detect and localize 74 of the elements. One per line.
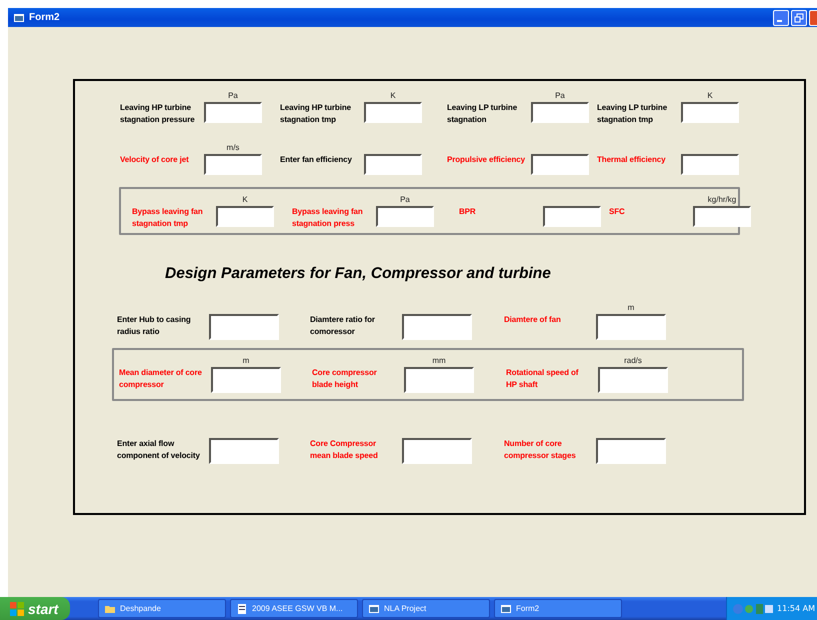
input-field[interactable] xyxy=(531,102,589,123)
field-label: Core Compressor mean blade speed xyxy=(310,438,379,462)
field-label: BPR xyxy=(459,206,477,218)
minimize-button[interactable] xyxy=(773,10,789,26)
tray-icons-icon xyxy=(733,602,774,614)
unit-label: Pa xyxy=(400,195,410,204)
input-field[interactable] xyxy=(531,154,589,175)
unit-label: Pa xyxy=(555,91,565,100)
field-label: Core compressor blade height xyxy=(312,367,378,391)
field-label: Enter Hub to casing radius ratio xyxy=(117,314,192,338)
taskbar-button[interactable]: Form2 xyxy=(494,599,622,618)
field-label: Leaving HP turbine stagnation pressure xyxy=(120,102,196,125)
field-label: Velocity of core jet xyxy=(120,154,190,166)
clock: 11:54 AM xyxy=(777,604,815,613)
unit-label: Pa xyxy=(228,91,238,100)
windows-logo-icon xyxy=(10,602,24,616)
field-label: Diamtere ratio for comoressor xyxy=(310,314,376,338)
input-field[interactable] xyxy=(681,102,739,123)
input-field[interactable] xyxy=(693,206,751,227)
field-label: Bypass leaving fan stagnation press xyxy=(292,206,364,229)
field-label: Number of core compressor stages xyxy=(504,438,577,462)
window-icon xyxy=(14,14,24,22)
input-field[interactable] xyxy=(402,438,472,464)
maximize-button[interactable] xyxy=(791,10,807,26)
input-field[interactable] xyxy=(404,367,474,393)
input-field[interactable] xyxy=(596,314,666,340)
close-button[interactable] xyxy=(809,10,817,26)
field-label: Bypass leaving fan stagnation tmp xyxy=(132,206,204,229)
unit-label: K xyxy=(242,195,248,204)
unit-label: m xyxy=(242,356,250,365)
unit-label: m/s xyxy=(226,143,240,152)
input-field[interactable] xyxy=(209,438,279,464)
field-label: SFC xyxy=(609,206,626,218)
input-field[interactable] xyxy=(598,367,668,393)
input-field[interactable] xyxy=(216,206,274,227)
field-label: Thermal efficiency xyxy=(597,154,666,166)
restore-icon xyxy=(794,12,804,22)
minimize-icon xyxy=(777,20,782,22)
section-heading: Design Parameters for Fan, Compressor and turbine xyxy=(165,265,552,283)
window-icon xyxy=(369,604,379,612)
input-field[interactable] xyxy=(209,314,279,340)
input-field[interactable] xyxy=(364,154,422,175)
input-field[interactable] xyxy=(204,154,262,175)
input-field[interactable] xyxy=(376,206,434,227)
field-label: Leaving LP turbine stagnation tmp xyxy=(597,102,668,125)
input-field[interactable] xyxy=(681,154,739,175)
unit-label: mm xyxy=(432,356,446,365)
unit-label: K xyxy=(390,91,396,100)
field-label: Leaving LP turbine stagnation xyxy=(447,102,518,125)
taskbar-button[interactable]: 2009 ASEE GSW VB M... xyxy=(230,599,358,618)
unit-label: K xyxy=(707,91,713,100)
folder-icon xyxy=(105,604,115,612)
start-button[interactable]: start xyxy=(0,597,70,620)
field-label: Propulsive efficiency xyxy=(447,154,525,166)
field-label: Enter fan efficiency xyxy=(280,154,353,166)
window-title: Form2 xyxy=(29,12,60,23)
unit-label: m xyxy=(628,303,634,312)
input-field[interactable] xyxy=(211,367,281,393)
field-label: Diamtere of fan xyxy=(504,314,562,326)
input-field[interactable] xyxy=(402,314,472,340)
taskbar-button[interactable]: Deshpande xyxy=(98,599,226,618)
input-field[interactable] xyxy=(204,102,262,123)
field-label: Enter axial flow component of velocity xyxy=(117,438,201,462)
taskbar-button[interactable]: NLA Project xyxy=(362,599,490,618)
input-field[interactable] xyxy=(543,206,601,227)
input-field[interactable] xyxy=(364,102,422,123)
unit-label: rad/s xyxy=(624,356,642,365)
unit-label: kg/hr/kg xyxy=(708,195,736,204)
window-icon xyxy=(501,604,511,612)
document-icon xyxy=(237,604,247,614)
input-field[interactable] xyxy=(596,438,666,464)
field-label: Mean diameter of core compressor xyxy=(119,367,203,391)
field-label: Leaving HP turbine stagnation tmp xyxy=(280,102,352,125)
field-label: Rotational speed of HP shaft xyxy=(506,367,580,390)
